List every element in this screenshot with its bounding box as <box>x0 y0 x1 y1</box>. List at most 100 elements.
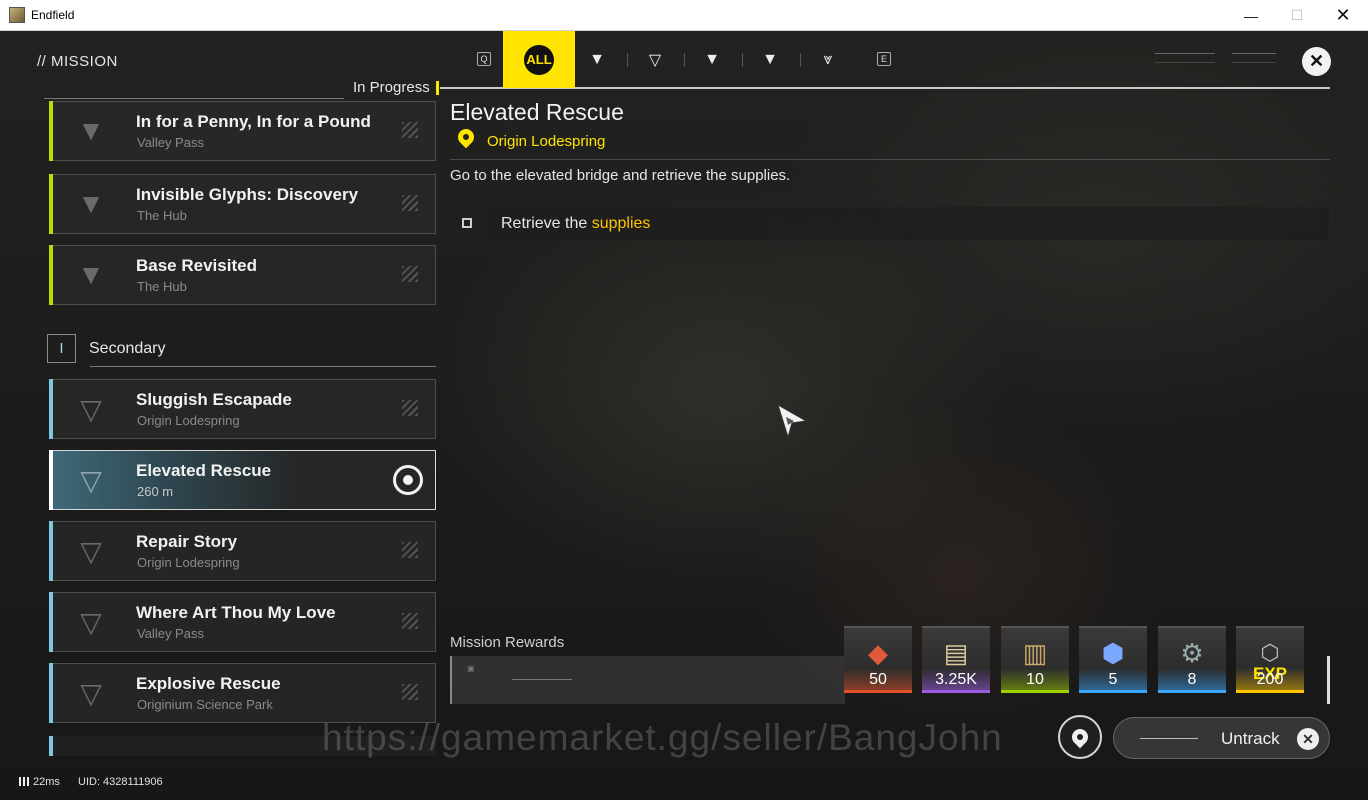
mission-name: In for a Penny, In for a Pound <box>136 112 371 131</box>
mission-location: The Hub <box>137 208 187 223</box>
hatch-icon <box>402 195 418 211</box>
divider <box>1140 738 1198 739</box>
hatch-icon <box>402 542 418 558</box>
close-menu-button[interactable]: ✕ <box>1302 47 1331 76</box>
map-pin-icon <box>1068 725 1092 749</box>
heading-marker <box>436 81 439 95</box>
mission-card[interactable]: ▽ Repair Story Origin Lodespring <box>49 521 436 581</box>
window-title: Endfield <box>31 8 75 22</box>
hatch-icon <box>402 613 418 629</box>
mission-location: Origin Lodespring <box>137 413 240 428</box>
secondary-index-icon: I <box>47 334 76 363</box>
tracking-target-icon[interactable] <box>393 465 423 495</box>
e-key-icon[interactable]: E <box>877 52 891 66</box>
side-mission-icon: ▽ <box>80 606 102 638</box>
mission-detail-location[interactable]: Origin Lodespring <box>487 133 605 150</box>
mission-detail-title: Elevated Rescue <box>450 99 624 125</box>
hatch-icon <box>402 266 418 282</box>
mission-name: Repair Story <box>136 532 238 551</box>
maximize-button[interactable]: ☐ <box>1274 0 1320 31</box>
device-component-icon: ⚙ <box>1180 637 1204 668</box>
mission-location: Originium Science Park <box>137 697 273 712</box>
mission-type-bar <box>49 379 53 439</box>
main-mission-icon: ▼ <box>77 259 105 290</box>
mission-location: Valley Pass <box>137 626 204 641</box>
rewards-scrollbar[interactable] <box>1327 656 1330 704</box>
reward-item[interactable]: ▤ 3.25K <box>922 626 990 693</box>
divider <box>90 366 436 367</box>
mission-type-bar <box>49 663 53 723</box>
mission-card[interactable]: ▽ Where Art Thou My Love Valley Pass <box>49 592 436 652</box>
mission-name: Explosive Rescue <box>136 674 281 693</box>
signal-icon <box>19 777 29 786</box>
mission-card[interactable]: ▽ Sluggish Escapade Origin Lodespring <box>49 379 436 439</box>
mission-card-selected[interactable]: ▽ Elevated Rescue 260 m <box>49 450 436 510</box>
mission-type-bar <box>49 101 53 161</box>
reward-item[interactable]: ◆ 50 <box>844 626 912 693</box>
exp-record-icon: ▥ <box>1022 637 1048 668</box>
daily-mission-icon[interactable]: ⩔ <box>800 31 856 88</box>
objective-text: Retrieve the supplies <box>501 215 650 233</box>
minimize-button[interactable]: — <box>1228 0 1274 31</box>
mission-type-bar <box>49 245 53 305</box>
mouse-cursor-icon <box>777 403 808 439</box>
divider <box>512 679 572 680</box>
mission-location: Origin Lodespring <box>137 555 240 570</box>
side-mission-icon: ▽ <box>80 677 102 709</box>
reward-quantity: 8 <box>1187 671 1197 688</box>
mission-type-bar <box>49 450 53 510</box>
rarity-bar <box>844 690 912 693</box>
mission-name: Elevated Rescue <box>136 461 272 480</box>
map-button[interactable] <box>1058 715 1102 759</box>
hatch-icon <box>402 122 418 138</box>
mission-name: Base Revisited <box>136 256 257 275</box>
side-mission-icon: ▽ <box>80 393 102 425</box>
mission-location: The Hub <box>137 279 187 294</box>
untrack-label: Untrack <box>1221 729 1280 748</box>
credit-tickets-icon: ▤ <box>943 637 969 668</box>
mission-section-title: // MISSION <box>37 53 118 70</box>
mission-card[interactable]: ▼ Invisible Glyphs: Discovery The Hub <box>49 174 436 234</box>
location-pin-icon <box>454 125 478 149</box>
supply-crate-icon: ▣ <box>467 664 475 673</box>
q-key-icon[interactable]: Q <box>477 52 491 66</box>
objective-highlight: supplies <box>591 215 651 232</box>
mission-type-bar <box>49 521 53 581</box>
rarity-bar <box>1001 690 1069 693</box>
reward-quantity: 50 <box>869 671 887 688</box>
reward-quantity: 10 <box>1026 671 1044 688</box>
reward-quantity: 200 <box>1256 671 1284 688</box>
exploration-mission-icon[interactable]: ▼ <box>684 31 740 88</box>
game-viewport: // MISSION In Progress Q ALL ▼ ▽ ▼ ▼ ⩔ E… <box>0 31 1368 800</box>
mission-card[interactable]: ▼ In for a Penny, In for a Pound Valley … <box>49 101 436 161</box>
close-icon: ✕ <box>1297 728 1319 750</box>
untrack-button[interactable]: Untrack ✕ <box>1113 717 1330 759</box>
reward-item[interactable]: ⬡ EXP 200 <box>1236 626 1304 693</box>
main-mission-icon: ▼ <box>77 115 105 146</box>
objective-checkbox-icon <box>462 218 472 228</box>
reward-item[interactable]: ▥ 10 <box>1001 626 1069 693</box>
main-mission-icon[interactable]: ▼ <box>569 31 625 88</box>
mission-type-bar <box>49 592 53 652</box>
reward-item[interactable]: ⬢ 5 <box>1079 626 1147 693</box>
mission-description: Go to the elevated bridge and retrieve t… <box>450 167 791 184</box>
objective-prefix: Retrieve the <box>501 215 592 232</box>
rarity-bar <box>1079 690 1147 693</box>
rewards-strip: ▣ <box>450 656 845 704</box>
divider <box>44 98 344 99</box>
objective-row: Retrieve the supplies <box>487 207 1329 240</box>
secondary-heading: Secondary <box>89 340 166 357</box>
list-heading: In Progress <box>353 79 430 96</box>
tab-all[interactable]: ALL <box>503 31 575 88</box>
event-mission-icon[interactable]: ▼ <box>742 31 798 88</box>
window-close-button[interactable]: ✕ <box>1320 0 1366 31</box>
crystal-material-icon: ⬢ <box>1101 637 1125 668</box>
side-mission-icon[interactable]: ▽ <box>627 31 683 88</box>
main-mission-icon: ▼ <box>77 188 105 219</box>
side-mission-icon: ▽ <box>80 535 102 567</box>
mission-card[interactable]: ▽ Explosive Rescue Originium Science Par… <box>49 663 436 723</box>
rarity-bar <box>1158 690 1226 693</box>
mission-location: Valley Pass <box>137 135 204 150</box>
mission-card[interactable]: ▼ Base Revisited The Hub <box>49 245 436 305</box>
reward-item[interactable]: ⚙ 8 <box>1158 626 1226 693</box>
